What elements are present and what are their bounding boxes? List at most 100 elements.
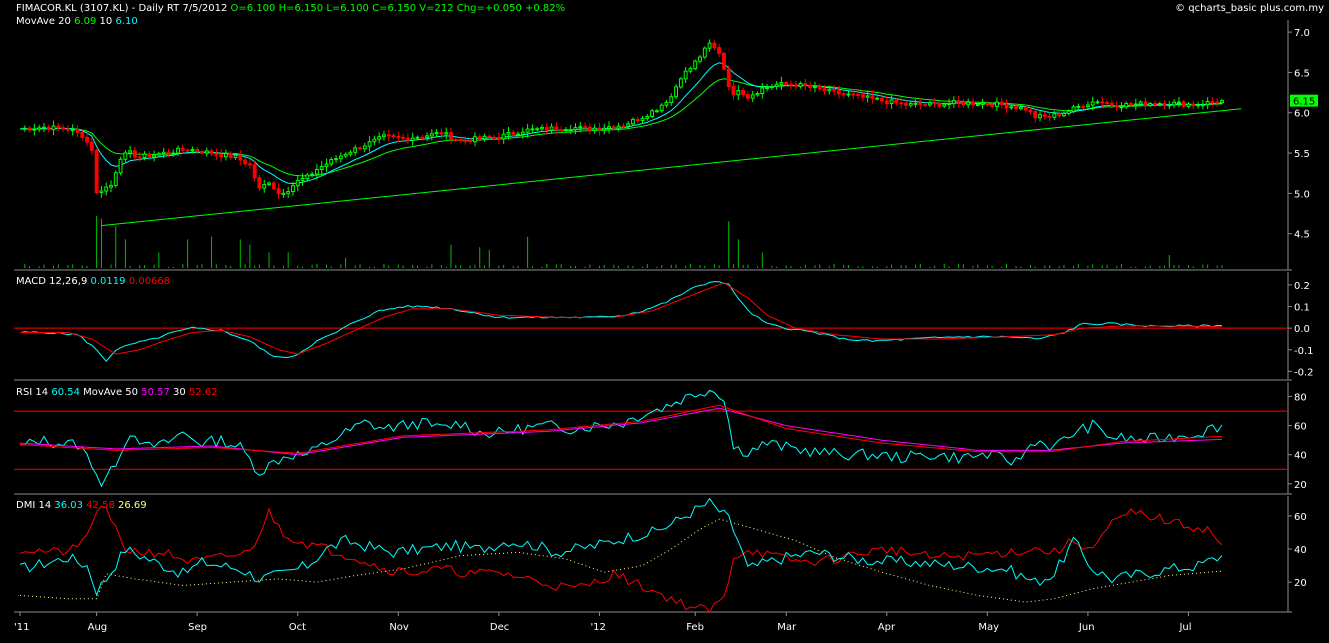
- candle-body: [482, 135, 487, 140]
- candle-body: [702, 47, 707, 58]
- rsi-tick-label: 20: [1294, 480, 1307, 491]
- candle-body: [200, 150, 204, 154]
- x-tick-label: Mar: [777, 622, 797, 633]
- candle-body: [961, 101, 966, 106]
- candle-body: [927, 102, 932, 106]
- candle-body: [219, 154, 224, 158]
- dmi-legend: DMI 14 36.03 42.58 26.69: [16, 500, 147, 511]
- candle-body: [180, 147, 185, 151]
- candle-body: [238, 154, 243, 161]
- candle-body: [1143, 101, 1148, 106]
- price-legend-item: 6.10: [115, 16, 137, 27]
- candle-body: [755, 93, 760, 96]
- candle-body: [223, 152, 228, 158]
- candle-body: [631, 118, 635, 125]
- candle-body: [1018, 106, 1023, 110]
- candle-body: [410, 137, 415, 141]
- candle-body: [592, 127, 597, 131]
- candle-body: [745, 94, 750, 99]
- candle-body: [152, 154, 157, 158]
- candle-body: [693, 60, 698, 70]
- candle-body: [195, 149, 200, 152]
- candle-body: [573, 127, 578, 131]
- candle-body: [793, 84, 798, 87]
- macd-tick-label: 0.0: [1294, 324, 1310, 335]
- candle-body: [1205, 101, 1210, 106]
- candle-body: [1220, 100, 1224, 104]
- candle-body: [453, 138, 458, 141]
- candle-body: [1014, 106, 1019, 110]
- candle-body: [846, 93, 851, 96]
- candle-body: [439, 132, 444, 135]
- candle-body: [889, 99, 894, 105]
- candle-body: [1124, 103, 1129, 108]
- candle-body: [32, 128, 37, 131]
- header-legend: FIMACOR.KL (3107.KL) - Daily RT 7/5/2012…: [16, 3, 565, 14]
- dmi-tick-label: 60: [1294, 512, 1307, 523]
- candle-body: [362, 145, 367, 150]
- candle-body: [908, 102, 913, 106]
- candle-body: [932, 102, 937, 105]
- rsi-tick-label: 40: [1294, 451, 1307, 462]
- candle-body: [1081, 105, 1086, 108]
- candle-body: [243, 159, 248, 165]
- candle-body: [951, 100, 956, 105]
- candle-body: [506, 131, 511, 135]
- candle-body: [123, 152, 128, 160]
- x-tick-label: Jul: [1178, 622, 1191, 633]
- rsi-legend: RSI 14 60.54 MovAve 50 50.57 30 52.62: [16, 387, 218, 398]
- candle-body: [616, 125, 621, 129]
- candle-body: [798, 83, 803, 87]
- macd-tick-label: 0.1: [1294, 303, 1310, 314]
- candle-body: [329, 158, 334, 165]
- header-legend-item: +0.82%: [525, 3, 565, 14]
- candle-body: [1076, 105, 1081, 108]
- candle-body: [1105, 101, 1110, 104]
- candle-body: [113, 172, 118, 186]
- candle-body: [1119, 106, 1124, 109]
- copyright-text: © qcharts_basic plus.com.my: [1175, 3, 1324, 14]
- rsi-tick-label: 80: [1294, 393, 1307, 404]
- candle-body: [827, 88, 832, 92]
- candle-body: [142, 153, 147, 158]
- price-tick-label: 5.5: [1294, 149, 1310, 160]
- rsi-legend-item: 60.54: [51, 387, 83, 398]
- candle-body: [1090, 101, 1095, 106]
- candle-body: [899, 102, 904, 105]
- x-tick-label: May: [978, 622, 999, 633]
- macd-tick-label: -0.1: [1294, 346, 1314, 357]
- candle-body: [396, 136, 401, 139]
- candle-body: [386, 134, 391, 137]
- candle-body: [635, 118, 640, 122]
- candle-body: [310, 173, 315, 176]
- x-tick-label: Feb: [686, 622, 704, 633]
- last-price-badge: 6.15: [1293, 97, 1315, 108]
- candle-body: [137, 156, 142, 159]
- candle-body: [477, 136, 482, 140]
- candle-body: [1042, 114, 1047, 117]
- chart-background: [0, 0, 1329, 639]
- candle-body: [784, 82, 789, 85]
- candle-body: [856, 93, 860, 96]
- candle-body: [1148, 103, 1153, 106]
- rsi-tick-label: 60: [1294, 422, 1307, 433]
- candle-body: [597, 127, 602, 131]
- candle-body: [990, 104, 995, 107]
- candle-body: [42, 126, 46, 129]
- candle-body: [367, 141, 372, 147]
- candle-body: [971, 101, 975, 106]
- candle-body: [291, 185, 295, 193]
- candle-body: [851, 93, 856, 96]
- candle-body: [578, 126, 583, 129]
- candle-body: [559, 129, 564, 132]
- candle-body: [1114, 104, 1119, 108]
- candle-body: [70, 129, 75, 132]
- candle-body: [568, 129, 573, 132]
- header-legend-item: O=6.100: [231, 3, 279, 14]
- candle-body: [27, 127, 32, 131]
- dmi-legend-item: 36.03: [54, 500, 86, 511]
- candle-body: [654, 110, 659, 113]
- candle-body: [947, 103, 951, 106]
- candle-body: [1215, 101, 1220, 104]
- candle-body: [99, 190, 104, 194]
